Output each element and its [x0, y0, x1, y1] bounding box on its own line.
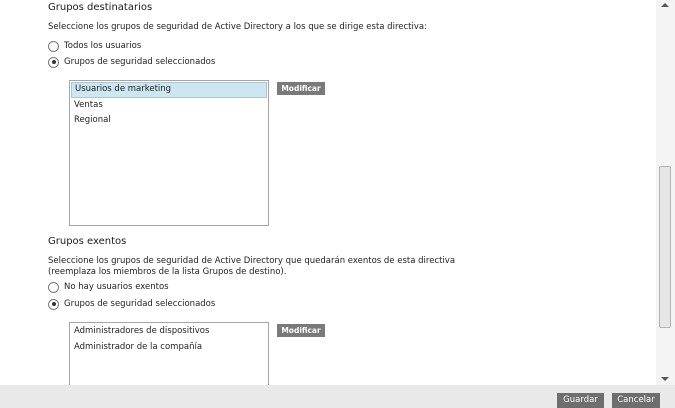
- list-item[interactable]: Ventas: [71, 98, 267, 114]
- radio-selected-groups[interactable]: Grupos de seguridad seleccionados: [48, 55, 215, 69]
- radio-exempt-selected-groups-label: Grupos de seguridad seleccionados: [64, 299, 216, 309]
- scroll-down-arrow-icon[interactable]: [661, 377, 669, 381]
- policy-form: Grupos destinatarios Seleccione los grup…: [0, 0, 655, 385]
- footer-bar: Guardar Cancelar: [0, 385, 675, 408]
- modify-target-groups-button[interactable]: Modificar: [277, 82, 325, 95]
- exempt-groups-description-line1: Seleccione los grupos de seguridad de Ac…: [48, 256, 456, 266]
- radio-exempt-selected-groups[interactable]: Grupos de seguridad seleccionados: [48, 297, 215, 311]
- modify-exempt-groups-button[interactable]: Modificar: [277, 324, 325, 337]
- list-item[interactable]: Usuarios de marketing: [71, 82, 267, 98]
- radio-no-exempt[interactable]: No hay usuarios exentos: [48, 280, 169, 294]
- radio-no-exempt-circle[interactable]: [48, 281, 59, 293]
- list-item[interactable]: Administrador de la compañía: [71, 340, 267, 356]
- radio-all-users-label: Todos los usuarios: [64, 41, 142, 51]
- exempt-groups-title: Grupos exentos: [48, 236, 127, 247]
- save-button[interactable]: Guardar: [557, 393, 604, 408]
- list-item[interactable]: Regional: [71, 113, 267, 129]
- cancel-button[interactable]: Cancelar: [612, 393, 660, 408]
- target-groups-description: Seleccione los grupos de seguridad de Ac…: [48, 22, 427, 32]
- radio-selected-groups-label: Grupos de seguridad seleccionados: [64, 57, 216, 67]
- radio-selected-groups-circle[interactable]: [48, 56, 59, 68]
- target-groups-title: Grupos destinatarios: [48, 2, 153, 13]
- radio-exempt-selected-groups-circle[interactable]: [48, 298, 59, 310]
- radio-all-users-circle[interactable]: [48, 40, 59, 52]
- list-item[interactable]: Administradores de dispositivos: [71, 324, 267, 340]
- target-groups-list[interactable]: Usuarios de marketing Ventas Regional: [69, 80, 269, 226]
- radio-no-exempt-label: No hay usuarios exentos: [64, 282, 169, 292]
- vertical-scrollbar[interactable]: [656, 0, 675, 385]
- exempt-groups-list[interactable]: Administradores de dispositivos Administ…: [69, 322, 269, 385]
- exempt-groups-description-line2: (reemplaza los miembros de la lista Grup…: [48, 267, 287, 277]
- scroll-thumb[interactable]: [659, 166, 671, 328]
- radio-all-users[interactable]: Todos los usuarios: [48, 39, 141, 53]
- scroll-up-arrow-icon[interactable]: [661, 3, 669, 7]
